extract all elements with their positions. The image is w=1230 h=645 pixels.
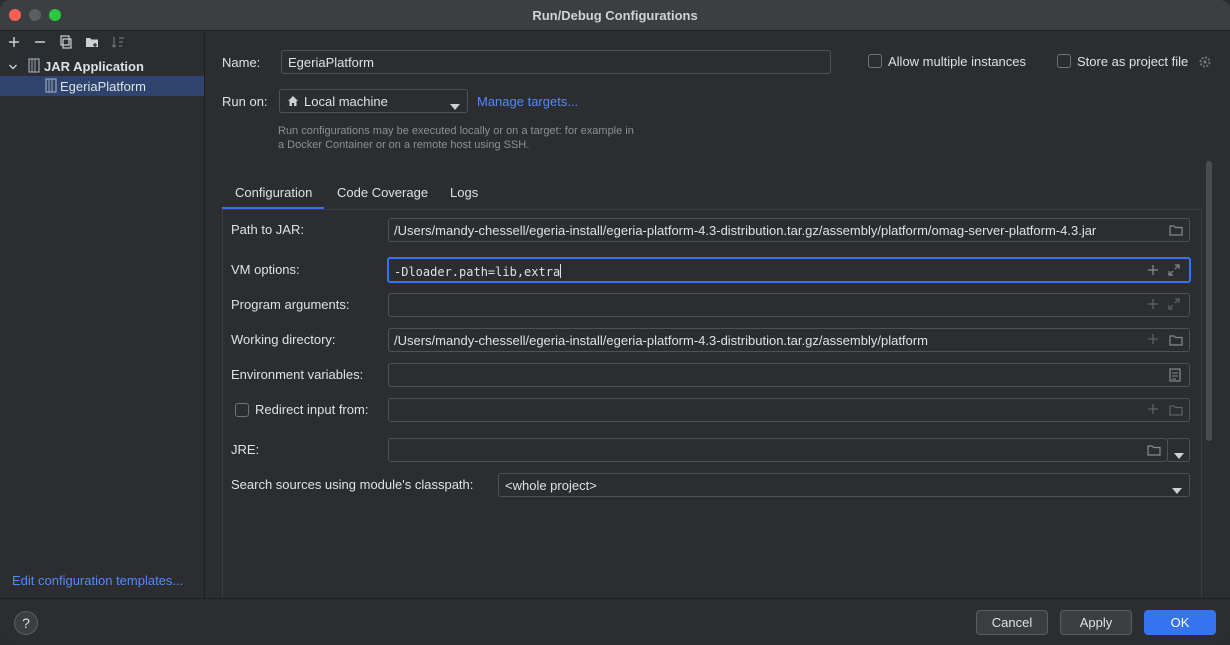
chevron-down-icon [1174, 447, 1184, 462]
plus-icon[interactable] [1147, 403, 1161, 417]
dialog-footer: ? Cancel Apply OK [0, 598, 1230, 645]
main-panel: Name: EgeriaPlatform Allow multiple inst… [206, 31, 1230, 598]
expand-icon[interactable] [1168, 298, 1182, 312]
search-sources-label: Search sources using module's classpath: [231, 477, 474, 492]
configuration-panel: Path to JAR: /Users/mandy-chessell/egeri… [222, 209, 1202, 598]
tree-item-egeria-platform[interactable]: EgeriaPlatform [0, 76, 204, 96]
chevron-down-icon [1172, 482, 1182, 497]
jar-icon [28, 58, 40, 73]
document-icon[interactable] [1169, 368, 1183, 382]
apply-button[interactable]: Apply [1060, 610, 1132, 635]
path-to-jar-field[interactable]: /Users/mandy-chessell/egeria-install/ege… [388, 218, 1190, 242]
tree-item-jar-application[interactable]: JAR Application [0, 56, 204, 76]
redirect-input-checkbox[interactable] [235, 403, 249, 417]
run-on-hint: Run configurations may be executed local… [278, 125, 634, 151]
jar-icon [45, 78, 57, 93]
gear-icon[interactable] [1198, 55, 1212, 72]
name-label: Name: [222, 55, 261, 70]
plus-icon[interactable] [1147, 298, 1161, 312]
name-field[interactable]: EgeriaPlatform [281, 50, 831, 74]
sidebar: JAR Application EgeriaPlatform Edit conf… [0, 31, 205, 598]
browse-folder-icon[interactable] [1169, 333, 1183, 347]
text-caret [560, 264, 562, 278]
tree-item-label: EgeriaPlatform [60, 79, 146, 94]
run-on-label: Run on: [222, 94, 268, 109]
tab-code-coverage[interactable]: Code Coverage [337, 185, 428, 200]
help-button[interactable]: ? [14, 611, 38, 635]
jre-dropdown-button[interactable] [1167, 438, 1190, 462]
vm-options-label: VM options: [231, 262, 300, 277]
jre-field[interactable] [388, 438, 1168, 462]
tab-configuration[interactable]: Configuration [235, 185, 312, 200]
manage-targets-link[interactable]: Manage targets... [477, 94, 578, 109]
browse-folder-icon[interactable] [1147, 443, 1161, 457]
store-as-project-file-checkbox[interactable] [1057, 54, 1071, 68]
program-arguments-field[interactable] [388, 293, 1190, 317]
tree-item-label: JAR Application [44, 59, 144, 74]
edit-configuration-templates-link[interactable]: Edit configuration templates... [12, 573, 183, 588]
browse-folder-icon[interactable] [1169, 223, 1183, 237]
path-to-jar-label: Path to JAR: [231, 222, 304, 237]
environment-variables-label: Environment variables: [231, 367, 364, 382]
remove-icon[interactable] [32, 34, 48, 50]
chevron-down-icon[interactable] [8, 60, 18, 75]
ok-button[interactable]: OK [1144, 610, 1216, 635]
vm-options-text: -Dloader.path=lib,extra [394, 265, 561, 279]
program-arguments-label: Program arguments: [231, 297, 350, 312]
browse-folder-icon[interactable] [1169, 403, 1183, 417]
chevron-down-icon [450, 98, 460, 113]
allow-multiple-instances-label: Allow multiple instances [888, 54, 1027, 69]
working-directory-label: Working directory: [231, 332, 336, 347]
run-debug-configurations-dialog: Run/Debug Configurations JAR Application… [0, 0, 1230, 645]
environment-variables-field[interactable] [388, 363, 1190, 387]
plus-icon[interactable] [1147, 264, 1161, 278]
allow-multiple-instances-checkbox[interactable] [868, 54, 882, 68]
copy-icon[interactable] [58, 34, 74, 50]
home-icon [287, 95, 299, 110]
add-icon[interactable] [6, 34, 22, 50]
tab-logs[interactable]: Logs [450, 185, 478, 200]
plus-icon[interactable] [1147, 333, 1161, 347]
sidebar-toolbar [0, 31, 205, 55]
redirect-input-label: Redirect input from: [255, 402, 369, 417]
window-title: Run/Debug Configurations [532, 8, 698, 23]
sort-icon[interactable] [110, 34, 126, 50]
cancel-button[interactable]: Cancel [976, 610, 1048, 635]
expand-icon[interactable] [1168, 264, 1182, 278]
vm-options-field[interactable]: -Dloader.path=lib,extra [387, 257, 1191, 283]
working-directory-field[interactable]: /Users/mandy-chessell/egeria-install/ege… [388, 328, 1190, 352]
title-bar: Run/Debug Configurations [0, 0, 1230, 31]
run-on-dropdown[interactable]: Local machine [279, 89, 468, 113]
store-as-project-file-label: Store as project file [1077, 54, 1189, 69]
redirect-input-field[interactable] [388, 398, 1190, 422]
jre-label: JRE: [231, 442, 260, 457]
search-sources-dropdown[interactable]: <whole project> [498, 473, 1190, 497]
folder-icon[interactable] [84, 34, 100, 50]
vertical-scrollbar[interactable] [1206, 161, 1212, 441]
